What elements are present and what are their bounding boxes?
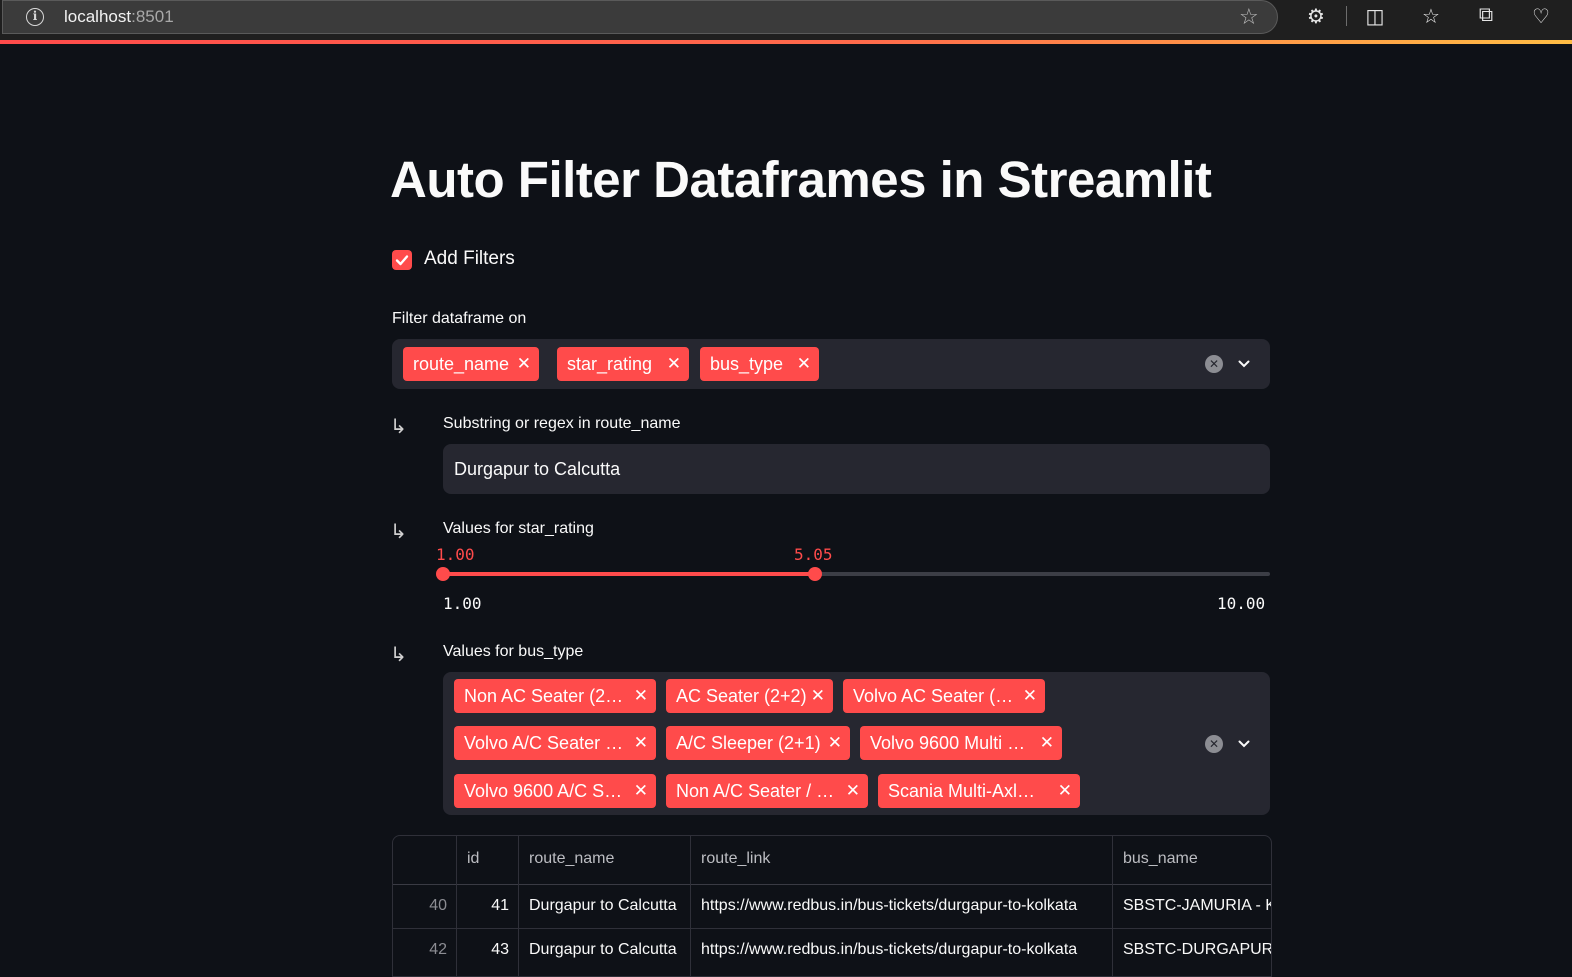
checkmark-icon xyxy=(395,255,409,266)
chevron-down-icon[interactable] xyxy=(1238,358,1250,370)
cell-bus-name[interactable]: SBSTC-DURGAPUR - xyxy=(1113,928,1271,972)
site-info-icon[interactable]: i xyxy=(26,8,44,26)
browser-toolbar: i localhost:8501 ☆ ⚙ ◫ ☆ ⧉ ♡ xyxy=(0,0,1572,42)
clear-all-icon[interactable]: ✕ xyxy=(1205,355,1223,373)
bus-filter-label: Values for bus_type xyxy=(443,643,584,660)
remove-tag-icon[interactable]: ✕ xyxy=(667,347,681,381)
add-filters-label[interactable]: Add Filters xyxy=(424,248,515,270)
remove-tag-icon[interactable]: ✕ xyxy=(517,347,531,381)
collections-icon[interactable]: ⧉ xyxy=(1473,4,1499,27)
remove-tag-icon[interactable]: ✕ xyxy=(1040,726,1054,760)
header-route-name[interactable]: route_name xyxy=(519,836,691,882)
remove-tag-icon[interactable]: ✕ xyxy=(797,347,811,381)
bus-type-multiselect[interactable]: Non AC Seater (2… ✕ AC Seater (2+2) ✕ Volv… xyxy=(443,672,1270,815)
star-filter-label: Values for star_rating xyxy=(443,520,594,537)
remove-tag-icon[interactable]: ✕ xyxy=(634,774,648,808)
cell-bus-name[interactable]: SBSTC-JAMURIA - KO xyxy=(1113,884,1271,928)
remove-tag-icon[interactable]: ✕ xyxy=(846,774,860,808)
favorites-icon[interactable]: ☆ xyxy=(1418,4,1444,29)
table-header: id route_name route_link bus_name xyxy=(393,836,1271,885)
remove-tag-icon[interactable]: ✕ xyxy=(1058,774,1072,808)
header-id[interactable]: id xyxy=(457,836,519,882)
slider-max-label: 10.00 xyxy=(1217,594,1266,613)
filter-columns-label: Filter dataframe on xyxy=(392,310,527,327)
remove-tag-icon[interactable]: ✕ xyxy=(828,726,842,760)
header-bus-name[interactable]: bus_name xyxy=(1113,836,1271,882)
favorite-star-icon[interactable]: ☆ xyxy=(1239,4,1259,30)
chevron-down-icon[interactable] xyxy=(1238,738,1250,750)
route-filter-label: Substring or regex in route_name xyxy=(443,415,681,432)
remove-tag-icon[interactable]: ✕ xyxy=(634,679,648,713)
row-index: 40 xyxy=(429,897,447,914)
filter-column-tag[interactable]: star_rating ✕ xyxy=(557,347,689,381)
cell-id[interactable]: 43 xyxy=(457,928,519,972)
cell-route-name[interactable]: Durgapur to Calcutta xyxy=(519,884,691,928)
nested-arrow-icon: ↳ xyxy=(390,519,407,543)
nested-arrow-icon: ↳ xyxy=(390,642,407,666)
url-text[interactable]: localhost:8501 xyxy=(64,7,174,27)
slider-high-value: 5.05 xyxy=(794,545,833,564)
row-index: 42 xyxy=(429,941,447,958)
bus-type-tag[interactable]: Volvo 9600 A/C S… ✕ xyxy=(454,774,656,808)
slider-selected-range xyxy=(443,572,815,576)
app-decoration-bar xyxy=(0,40,1572,44)
remove-tag-icon[interactable]: ✕ xyxy=(1023,679,1037,713)
page-title: Auto Filter Dataframes in Streamlit xyxy=(390,151,1212,208)
bus-type-tag[interactable]: Volvo 9600 Multi … ✕ xyxy=(860,726,1062,760)
cell-id[interactable]: 41 xyxy=(457,884,519,928)
remove-tag-icon[interactable]: ✕ xyxy=(634,726,648,760)
cell-route-name[interactable]: Durgapur to Calcutta xyxy=(519,928,691,972)
cell-route-link[interactable]: https://www.redbus.in/bus-tickets/durgap… xyxy=(691,928,1113,972)
remove-tag-icon[interactable]: ✕ xyxy=(811,679,825,713)
header-route-link[interactable]: route_link xyxy=(691,836,1113,882)
bus-type-tag[interactable]: A/C Sleeper (2+1) ✕ xyxy=(666,726,850,760)
bus-type-tag[interactable]: AC Seater (2+2) ✕ xyxy=(666,679,833,713)
route-filter-input[interactable] xyxy=(443,444,1270,494)
browser-essentials-icon[interactable]: ♡ xyxy=(1528,4,1554,29)
slider-min-label: 1.00 xyxy=(443,594,482,613)
split-screen-icon[interactable]: ◫ xyxy=(1362,4,1388,29)
slider-high-thumb[interactable] xyxy=(808,567,822,581)
bus-type-tag[interactable]: Volvo AC Seater (… ✕ xyxy=(843,679,1045,713)
nested-arrow-icon: ↳ xyxy=(390,414,407,438)
cell-route-link[interactable]: https://www.redbus.in/bus-tickets/durgap… xyxy=(691,884,1113,928)
dataframe-table[interactable]: id route_name route_link bus_name 40 41 … xyxy=(392,835,1272,977)
bus-type-tag[interactable]: Volvo A/C Seater … ✕ xyxy=(454,726,656,760)
clear-all-icon[interactable]: ✕ xyxy=(1205,735,1223,753)
filter-column-tag[interactable]: route_name ✕ xyxy=(403,347,539,381)
add-filters-checkbox[interactable] xyxy=(392,250,412,270)
filter-columns-multiselect[interactable]: route_name ✕ star_rating ✕ bus_type ✕ ✕ xyxy=(392,339,1270,389)
slider-low-value: 1.00 xyxy=(436,545,475,564)
toolbar-divider xyxy=(1346,6,1347,26)
filter-column-tag[interactable]: bus_type ✕ xyxy=(700,347,819,381)
bus-type-tag[interactable]: Non AC Seater (2… ✕ xyxy=(454,679,656,713)
bus-type-tag[interactable]: Non A/C Seater / … ✕ xyxy=(666,774,868,808)
address-bar[interactable]: i localhost:8501 ☆ xyxy=(2,0,1278,34)
header-index[interactable] xyxy=(393,836,457,882)
extensions-icon[interactable]: ⚙ xyxy=(1303,4,1329,29)
slider-low-thumb[interactable] xyxy=(436,567,450,581)
bus-type-tag[interactable]: Scania Multi-Axl… ✕ xyxy=(878,774,1080,808)
